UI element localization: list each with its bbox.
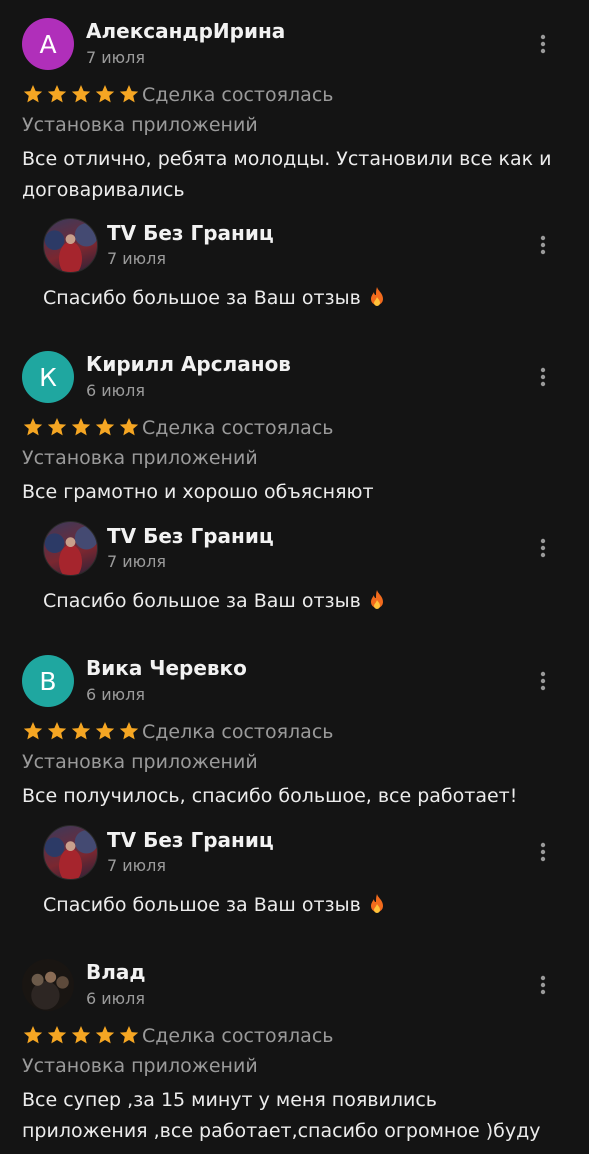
reply-date: 7 июля (107, 249, 166, 268)
avatar[interactable]: В (22, 655, 74, 707)
review-text: Все отлично, ребята молодцы. Установили … (22, 148, 552, 201)
star-icon (95, 85, 115, 103)
review-card: А АлександрИрина 7 июля Сделка состоялас… (0, 0, 589, 309)
review-author[interactable]: Влад (86, 960, 146, 984)
reply-author[interactable]: TV Без Границ (107, 221, 274, 245)
review-text: Все получилось, спасибо большое, все раб… (22, 785, 518, 807)
more-options-icon[interactable] (530, 364, 556, 390)
star-icon (71, 85, 91, 103)
star-icon (119, 1026, 139, 1044)
star-icon (71, 722, 91, 740)
reply-author[interactable]: TV Без Границ (107, 524, 274, 548)
reply-text-row: Спасибо большое за Ваш отзыв (43, 893, 387, 917)
star-icon (47, 85, 67, 103)
review-author[interactable]: Вика Черевко (86, 656, 247, 680)
review-date: 6 июля (86, 381, 145, 400)
reply-author[interactable]: TV Без Границ (107, 828, 274, 852)
star-icon (47, 418, 67, 436)
star-icon (71, 418, 91, 436)
star-icon (71, 1026, 91, 1044)
star-icon (23, 85, 43, 103)
review-author[interactable]: Кирилл Арсланов (86, 352, 291, 376)
rating-stars (22, 1024, 140, 1046)
review-author[interactable]: АлександрИрина (86, 19, 285, 43)
avatar[interactable]: К (22, 351, 74, 403)
review-text: Все супер ,за 15 минут у меня появились … (22, 1089, 541, 1142)
review-card: К Кирилл Арсланов 6 июля Сделка состояла… (0, 333, 589, 633)
review-card: В Вика Черевко 6 июля Сделка состоялась … (0, 637, 589, 937)
star-icon (23, 1026, 43, 1044)
deal-status: Сделка состоялась (142, 1025, 334, 1047)
reply-date: 7 июля (107, 856, 166, 875)
star-icon (95, 418, 115, 436)
star-icon (47, 722, 67, 740)
more-options-icon[interactable] (530, 839, 556, 865)
star-icon (119, 418, 139, 436)
reply-text: Спасибо большое за Ваш отзыв (43, 287, 361, 309)
seller-avatar[interactable] (43, 218, 98, 273)
reply-text: Спасибо большое за Ваш отзыв (43, 894, 361, 916)
rating-stars (22, 83, 140, 105)
reply-text-row: Спасибо большое за Ваш отзыв (43, 286, 387, 310)
reply-text-row: Спасибо большое за Ваш отзыв (43, 589, 387, 613)
deal-status: Сделка состоялась (142, 417, 334, 439)
deal-status: Сделка состоялась (142, 721, 334, 743)
rating-stars (22, 416, 140, 438)
fire-icon (370, 590, 383, 609)
rating-stars (22, 720, 140, 742)
star-icon (95, 722, 115, 740)
seller-avatar[interactable] (43, 825, 98, 880)
more-options-icon[interactable] (530, 535, 556, 561)
review-date: 6 июля (86, 685, 145, 704)
seller-avatar[interactable] (43, 521, 98, 576)
reply-text: Спасибо большое за Ваш отзыв (43, 590, 361, 612)
star-icon (23, 418, 43, 436)
star-icon (119, 722, 139, 740)
avatar[interactable] (22, 959, 74, 1011)
review-text: Все грамотно и хорошо объясняют (22, 481, 374, 503)
avatar[interactable]: А (22, 18, 74, 70)
fire-icon (370, 894, 383, 913)
star-icon (119, 85, 139, 103)
more-options-icon[interactable] (530, 232, 556, 258)
review-card: Влад 6 июля Сделка состоялась Установка … (0, 941, 589, 1154)
fire-icon (370, 287, 383, 306)
reply-date: 7 июля (107, 552, 166, 571)
deal-status: Сделка состоялась (142, 84, 334, 106)
review-date: 6 июля (86, 989, 145, 1008)
star-icon (95, 1026, 115, 1044)
star-icon (23, 722, 43, 740)
service-category: Установка приложений (22, 114, 258, 136)
service-category: Установка приложений (22, 751, 258, 773)
service-category: Установка приложений (22, 447, 258, 469)
star-icon (47, 1026, 67, 1044)
more-options-icon[interactable] (530, 668, 556, 694)
more-options-icon[interactable] (530, 972, 556, 998)
more-options-icon[interactable] (530, 31, 556, 57)
review-date: 7 июля (86, 48, 145, 67)
service-category: Установка приложений (22, 1055, 258, 1077)
